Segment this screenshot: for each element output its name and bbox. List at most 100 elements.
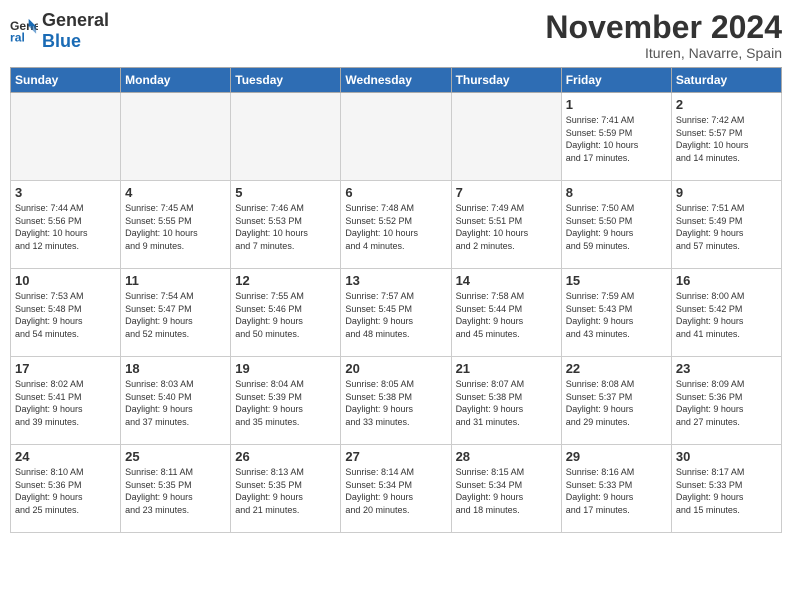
day-info: Sunrise: 7:46 AM Sunset: 5:53 PM Dayligh… <box>235 202 336 252</box>
calendar-week-row: 1Sunrise: 7:41 AM Sunset: 5:59 PM Daylig… <box>11 93 782 181</box>
day-number: 20 <box>345 361 446 376</box>
day-info: Sunrise: 8:02 AM Sunset: 5:41 PM Dayligh… <box>15 378 116 428</box>
calendar-cell: 9 Sunrise: 7:51 AM Sunset: 5:49 PM Daylig… <box>671 181 781 269</box>
calendar-cell: 2 Sunrise: 7:42 AM Sunset: 5:57 PM Daylig… <box>671 93 781 181</box>
day-number: 1 <box>566 97 667 112</box>
day-info: Sunrise: 8:00 AM Sunset: 5:42 PM Dayligh… <box>676 290 777 340</box>
day-info: Sunrise: 7:55 AM Sunset: 5:46 PM Dayligh… <box>235 290 336 340</box>
day-info: Sunrise: 7:49 AM Sunset: 5:51 PM Dayligh… <box>456 202 557 252</box>
calendar-cell: 30 Sunrise: 8:17 AM Sunset: 5:33 PM Dayli… <box>671 445 781 533</box>
calendar-cell: 1Sunrise: 7:41 AM Sunset: 5:59 PM Daylig… <box>561 93 671 181</box>
calendar-cell: 10 Sunrise: 7:53 AM Sunset: 5:48 PM Dayli… <box>11 269 121 357</box>
day-number: 24 <box>15 449 116 464</box>
logo-general: General <box>42 10 109 30</box>
day-info: Sunrise: 7:48 AM Sunset: 5:52 PM Dayligh… <box>345 202 446 252</box>
calendar-cell: 25 Sunrise: 8:11 AM Sunset: 5:35 PM Dayli… <box>121 445 231 533</box>
logo-text: General Blue <box>42 10 109 52</box>
month-title: November 2024 <box>545 10 782 45</box>
calendar-cell: 21Sunrise: 8:07 AM Sunset: 5:38 PM Dayli… <box>451 357 561 445</box>
calendar-cell: 3Sunrise: 7:44 AM Sunset: 5:56 PM Daylig… <box>11 181 121 269</box>
day-number: 29 <box>566 449 667 464</box>
day-info: Sunrise: 8:17 AM Sunset: 5:33 PM Dayligh… <box>676 466 777 516</box>
calendar-week-row: 10 Sunrise: 7:53 AM Sunset: 5:48 PM Dayli… <box>11 269 782 357</box>
calendar-cell: 12 Sunrise: 7:55 AM Sunset: 5:46 PM Dayli… <box>231 269 341 357</box>
day-number: 28 <box>456 449 557 464</box>
day-number: 5 <box>235 185 336 200</box>
calendar-week-row: 17 Sunrise: 8:02 AM Sunset: 5:41 PM Dayli… <box>11 357 782 445</box>
calendar-cell: 23 Sunrise: 8:09 AM Sunset: 5:36 PM Dayli… <box>671 357 781 445</box>
day-number: 17 <box>15 361 116 376</box>
day-info: Sunrise: 7:50 AM Sunset: 5:50 PM Dayligh… <box>566 202 667 252</box>
day-number: 4 <box>125 185 226 200</box>
day-number: 6 <box>345 185 446 200</box>
day-info: Sunrise: 8:08 AM Sunset: 5:37 PM Dayligh… <box>566 378 667 428</box>
calendar-cell: 29Sunrise: 8:16 AM Sunset: 5:33 PM Dayli… <box>561 445 671 533</box>
day-info: Sunrise: 8:13 AM Sunset: 5:35 PM Dayligh… <box>235 466 336 516</box>
day-number: 7 <box>456 185 557 200</box>
day-info: Sunrise: 7:42 AM Sunset: 5:57 PM Dayligh… <box>676 114 777 164</box>
day-number: 16 <box>676 273 777 288</box>
calendar-week-row: 24 Sunrise: 8:10 AM Sunset: 5:36 PM Dayli… <box>11 445 782 533</box>
day-info: Sunrise: 7:54 AM Sunset: 5:47 PM Dayligh… <box>125 290 226 340</box>
calendar-table: SundayMondayTuesdayWednesdayThursdayFrid… <box>10 67 782 533</box>
day-info: Sunrise: 8:03 AM Sunset: 5:40 PM Dayligh… <box>125 378 226 428</box>
calendar-cell: 16 Sunrise: 8:00 AM Sunset: 5:42 PM Dayli… <box>671 269 781 357</box>
logo: Gene ral General Blue <box>10 10 109 52</box>
day-header-thursday: Thursday <box>451 68 561 93</box>
calendar-cell: 22 Sunrise: 8:08 AM Sunset: 5:37 PM Dayli… <box>561 357 671 445</box>
day-number: 22 <box>566 361 667 376</box>
svg-text:ral: ral <box>10 30 25 44</box>
day-number: 9 <box>676 185 777 200</box>
calendar-cell <box>231 93 341 181</box>
day-number: 8 <box>566 185 667 200</box>
day-number: 25 <box>125 449 226 464</box>
day-info: Sunrise: 7:58 AM Sunset: 5:44 PM Dayligh… <box>456 290 557 340</box>
day-header-tuesday: Tuesday <box>231 68 341 93</box>
calendar-cell: 24 Sunrise: 8:10 AM Sunset: 5:36 PM Dayli… <box>11 445 121 533</box>
day-number: 19 <box>235 361 336 376</box>
title-area: November 2024 Ituren, Navarre, Spain <box>545 10 782 61</box>
page-header: Gene ral General Blue November 2024 Itur… <box>10 10 782 61</box>
day-number: 13 <box>345 273 446 288</box>
day-info: Sunrise: 8:09 AM Sunset: 5:36 PM Dayligh… <box>676 378 777 428</box>
calendar-cell <box>451 93 561 181</box>
calendar-header-row: SundayMondayTuesdayWednesdayThursdayFrid… <box>11 68 782 93</box>
day-number: 23 <box>676 361 777 376</box>
calendar-cell: 19 Sunrise: 8:04 AM Sunset: 5:39 PM Dayli… <box>231 357 341 445</box>
logo-icon: Gene ral <box>10 17 38 45</box>
calendar-cell: 26 Sunrise: 8:13 AM Sunset: 5:35 PM Dayli… <box>231 445 341 533</box>
location-title: Ituren, Navarre, Spain <box>545 45 782 61</box>
calendar-cell: 20 Sunrise: 8:05 AM Sunset: 5:38 PM Dayli… <box>341 357 451 445</box>
calendar-cell: 14Sunrise: 7:58 AM Sunset: 5:44 PM Dayli… <box>451 269 561 357</box>
calendar-cell: 13Sunrise: 7:57 AM Sunset: 5:45 PM Dayli… <box>341 269 451 357</box>
day-number: 21 <box>456 361 557 376</box>
day-info: Sunrise: 8:10 AM Sunset: 5:36 PM Dayligh… <box>15 466 116 516</box>
day-number: 12 <box>235 273 336 288</box>
day-header-monday: Monday <box>121 68 231 93</box>
calendar-cell: 6 Sunrise: 7:48 AM Sunset: 5:52 PM Daylig… <box>341 181 451 269</box>
day-info: Sunrise: 8:04 AM Sunset: 5:39 PM Dayligh… <box>235 378 336 428</box>
calendar-cell <box>341 93 451 181</box>
calendar-cell: 8 Sunrise: 7:50 AM Sunset: 5:50 PM Daylig… <box>561 181 671 269</box>
day-info: Sunrise: 7:45 AM Sunset: 5:55 PM Dayligh… <box>125 202 226 252</box>
calendar-cell <box>11 93 121 181</box>
day-info: Sunrise: 7:51 AM Sunset: 5:49 PM Dayligh… <box>676 202 777 252</box>
day-header-saturday: Saturday <box>671 68 781 93</box>
day-number: 10 <box>15 273 116 288</box>
day-number: 26 <box>235 449 336 464</box>
day-number: 2 <box>676 97 777 112</box>
day-number: 27 <box>345 449 446 464</box>
day-number: 18 <box>125 361 226 376</box>
logo-blue: Blue <box>42 31 81 51</box>
day-info: Sunrise: 7:59 AM Sunset: 5:43 PM Dayligh… <box>566 290 667 340</box>
day-header-friday: Friday <box>561 68 671 93</box>
day-info: Sunrise: 8:15 AM Sunset: 5:34 PM Dayligh… <box>456 466 557 516</box>
day-info: Sunrise: 7:44 AM Sunset: 5:56 PM Dayligh… <box>15 202 116 252</box>
day-header-wednesday: Wednesday <box>341 68 451 93</box>
day-info: Sunrise: 7:53 AM Sunset: 5:48 PM Dayligh… <box>15 290 116 340</box>
day-info: Sunrise: 8:11 AM Sunset: 5:35 PM Dayligh… <box>125 466 226 516</box>
calendar-cell: 17 Sunrise: 8:02 AM Sunset: 5:41 PM Dayli… <box>11 357 121 445</box>
day-info: Sunrise: 8:05 AM Sunset: 5:38 PM Dayligh… <box>345 378 446 428</box>
calendar-cell: 5 Sunrise: 7:46 AM Sunset: 5:53 PM Daylig… <box>231 181 341 269</box>
day-number: 30 <box>676 449 777 464</box>
